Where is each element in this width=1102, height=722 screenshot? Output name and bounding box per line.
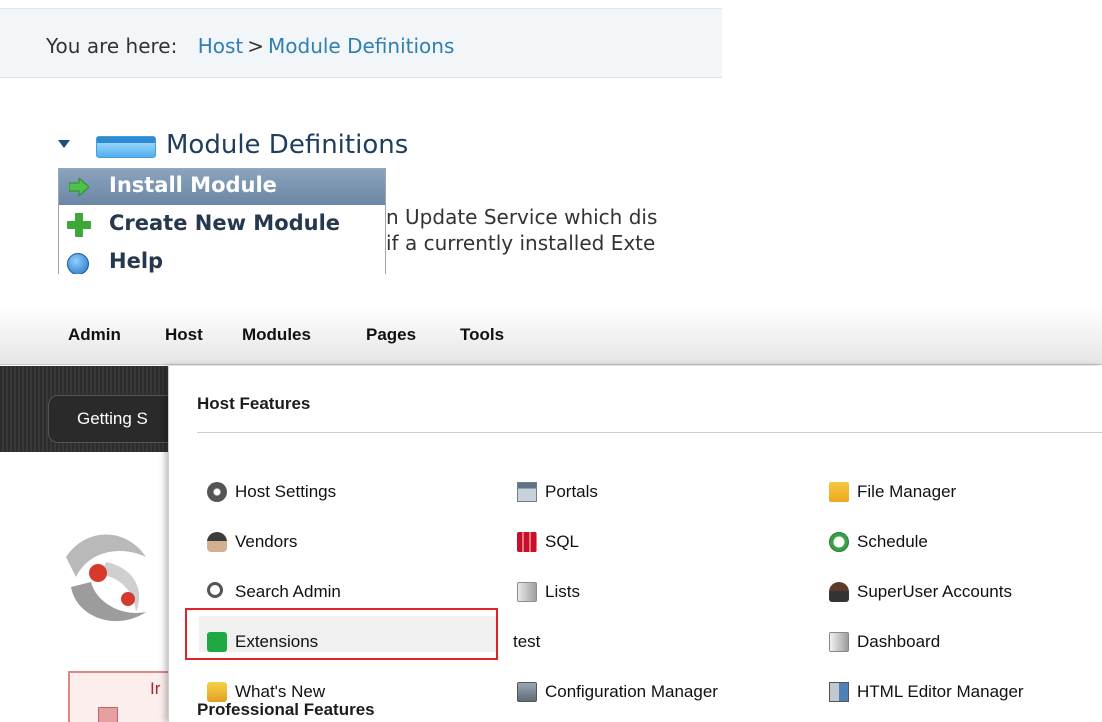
menu-item-label: Host Settings <box>235 482 337 501</box>
control-bar-tools[interactable]: Tools <box>460 325 504 345</box>
portals-icon <box>517 482 537 502</box>
alert-text: Ir <box>150 679 161 698</box>
menu-item-label: SQL <box>545 532 580 551</box>
menu-item-label: HTML Editor Manager <box>857 682 1024 701</box>
tab-label: Getting S <box>77 409 148 428</box>
control-bar-pages[interactable]: Pages <box>366 325 416 345</box>
lists-icon <box>517 582 537 602</box>
menu-item-label: File Manager <box>857 482 957 501</box>
host-features-menu: Host Features Host Settings Vendors Sear… <box>168 366 1102 722</box>
menu-item-label: Vendors <box>235 532 298 551</box>
right-arrow-icon <box>69 178 89 196</box>
sql-icon <box>517 532 537 552</box>
breadcrumb-link-host[interactable]: Host <box>198 34 244 58</box>
breadcrumb-bar: You are here: Host > Module Definitions <box>0 8 722 78</box>
help-icon <box>67 253 89 274</box>
plus-icon <box>67 213 91 237</box>
menu-item-label: Install Module <box>109 173 277 197</box>
professional-features-heading: Professional Features <box>197 700 375 719</box>
menu-item-label: SuperUser Accounts <box>857 582 1012 601</box>
vendors-icon <box>207 532 227 552</box>
menu-item-label: Schedule <box>857 532 928 551</box>
description-line-1: n Update Service which dis <box>386 205 658 229</box>
control-bar-host[interactable]: Host <box>165 325 203 345</box>
control-bar-modules[interactable]: Modules <box>242 325 311 345</box>
menu-item-label: Configuration Manager <box>545 682 718 701</box>
host-features-heading: Host Features <box>197 394 311 413</box>
dashboard-icon <box>829 632 849 652</box>
module-description: n Update Service which dis if a currentl… <box>386 204 657 256</box>
schedule-icon <box>829 532 849 552</box>
host-menu-panel: Admin Host Modules Pages Tools Getting S… <box>0 305 1102 722</box>
menu-item-label: What's New <box>235 682 326 701</box>
breadcrumb-lead: You are here: <box>46 34 178 58</box>
description-line-2: if a currently installed Exte <box>386 231 656 255</box>
new-icon <box>207 682 227 702</box>
alert-icon <box>98 707 118 722</box>
gear-icon <box>207 482 227 502</box>
search-icon <box>207 582 223 598</box>
user-icon <box>829 582 849 602</box>
module-definitions-panel: You are here: Host > Module Definitions Mo… <box>0 0 722 274</box>
control-bar-admin[interactable]: Admin <box>68 325 121 345</box>
menu-item-label: Portals <box>545 482 598 501</box>
menu-item-create-new-module[interactable]: Create New Module <box>59 207 385 243</box>
menu-item-label: Lists <box>545 582 580 601</box>
breadcrumb: You are here: Host > Module Definitions <box>46 34 454 58</box>
config-icon <box>517 682 537 702</box>
menu-item-label: Create New Module <box>109 211 341 235</box>
site-logo-icon <box>66 534 146 622</box>
module-title: Module Definitions <box>166 130 409 160</box>
control-bar: Admin Host Modules Pages Tools <box>0 305 1102 365</box>
module-window-icon <box>96 136 156 158</box>
module-action-menu: Install Module Create New Module Help <box>58 168 386 274</box>
folder-icon <box>829 482 849 502</box>
menu-item-help[interactable]: Help <box>59 245 385 274</box>
menu-item-label: Search Admin <box>235 582 341 601</box>
menu-item-label: Help <box>109 249 164 273</box>
breadcrumb-separator: > <box>247 34 265 58</box>
menu-item-label: Dashboard <box>857 632 941 651</box>
menu-item-label: test <box>513 632 541 651</box>
heading-divider <box>197 432 1102 433</box>
extensions-highlight-box <box>185 608 498 660</box>
html-editor-icon <box>829 682 849 702</box>
collapse-arrow-icon[interactable] <box>58 140 70 148</box>
menu-item-install-module[interactable]: Install Module <box>59 169 385 205</box>
breadcrumb-link-module-definitions[interactable]: Module Definitions <box>268 34 454 58</box>
